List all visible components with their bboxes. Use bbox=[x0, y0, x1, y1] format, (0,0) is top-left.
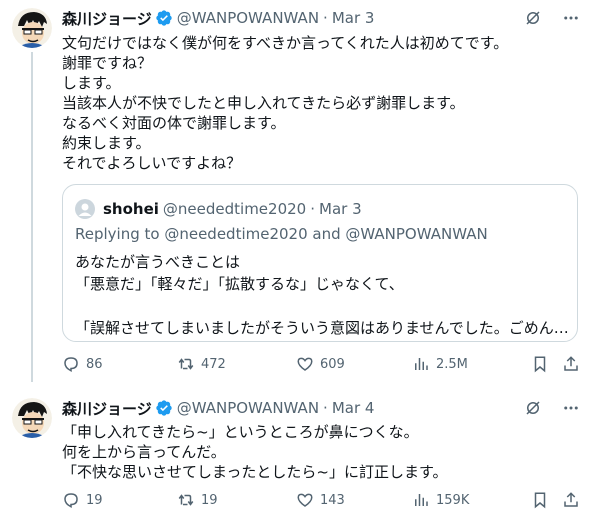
tweet-2[interactable]: 森川ジョージ @WANPOWANWAN · Mar 4 「申し入れてきたら~」と… bbox=[0, 384, 594, 520]
share-icon bbox=[564, 492, 578, 507]
avatar-image bbox=[12, 8, 52, 48]
reply-button[interactable]: 19 bbox=[62, 490, 103, 510]
bookmark-button[interactable] bbox=[531, 354, 549, 374]
tweet-header: 森川ジョージ @WANPOWANWAN · Mar 3 bbox=[62, 8, 374, 28]
separator-dot: · bbox=[310, 200, 315, 218]
tweet-date[interactable]: Mar 4 bbox=[332, 399, 375, 417]
tweet-actions: 19 19 143 159K bbox=[62, 490, 582, 510]
quoted-line: あなたが言うべきことは bbox=[75, 253, 241, 271]
tweet-text: 「申し入れてきたら~」というところが鼻につくな。 何を上から言ってんだ。 「不快… bbox=[62, 422, 447, 482]
retweet-icon bbox=[178, 494, 194, 506]
tweet-header: 森川ジョージ @WANPOWANWAN · Mar 4 bbox=[62, 398, 374, 418]
tweet-line: します。 bbox=[62, 74, 121, 92]
like-button[interactable]: 143 bbox=[296, 490, 345, 510]
verified-badge-icon bbox=[155, 399, 173, 417]
author-handle[interactable]: @WANPOWANWAN bbox=[177, 399, 319, 417]
reply-count: 19 bbox=[86, 492, 103, 508]
bookmark-icon bbox=[534, 356, 546, 373]
quoted-author-name: shohei bbox=[103, 200, 159, 218]
tweet-1[interactable]: 森川ジョージ @WANPOWANWAN · Mar 3 文句だけではなく僕が何を… bbox=[0, 0, 594, 382]
quoted-line: 「誤解させてしまいましたがそういう意図はありませんでした。ごめん… bbox=[75, 319, 569, 337]
tweet-line: 謝罪ですね？ bbox=[62, 54, 153, 72]
share-button[interactable] bbox=[562, 490, 580, 510]
tweet-line: 「不快な思いさせてしまったとしたら~」に訂正します。 bbox=[62, 463, 448, 481]
retweet-button[interactable]: 472 bbox=[177, 354, 226, 374]
verified-badge-icon bbox=[155, 9, 173, 27]
bookmark-button[interactable] bbox=[531, 490, 549, 510]
tweet-top-actions bbox=[524, 399, 580, 421]
more-icon[interactable] bbox=[562, 9, 580, 31]
reply-button[interactable]: 86 bbox=[62, 354, 103, 374]
avatar[interactable] bbox=[12, 398, 52, 438]
author-name[interactable]: 森川ジョージ bbox=[62, 398, 152, 419]
retweet-button[interactable]: 19 bbox=[177, 490, 218, 510]
reply-icon bbox=[64, 357, 78, 372]
separator-dot: · bbox=[323, 399, 328, 417]
share-icon bbox=[564, 356, 578, 371]
tweet-line: 約束します。 bbox=[62, 134, 151, 152]
author-name[interactable]: 森川ジョージ bbox=[62, 8, 152, 29]
more-icon[interactable] bbox=[562, 399, 580, 421]
grok-icon[interactable] bbox=[524, 9, 542, 31]
avatar-image bbox=[12, 398, 52, 438]
quoted-text: あなたが言うべきことは 「悪意だ」「軽々だ」「拡散するな」じゃなくて、 「誤解さ… bbox=[75, 251, 569, 339]
reply-count: 86 bbox=[86, 356, 103, 372]
quoted-author-handle: @neededtime2020 bbox=[162, 200, 307, 218]
quoted-line: 「悪意だ」「軽々だ」「拡散するな」じゃなくて、 bbox=[75, 275, 404, 293]
like-count: 143 bbox=[320, 492, 345, 508]
thread-line bbox=[31, 52, 33, 382]
tweet-actions: 86 472 609 2.5M bbox=[62, 354, 582, 374]
replying-to: Replying to @neededtime2020 and @WANPOWA… bbox=[75, 225, 488, 243]
author-handle[interactable]: @WANPOWANWAN bbox=[177, 9, 319, 27]
share-button[interactable] bbox=[562, 354, 580, 374]
views-icon bbox=[415, 494, 428, 506]
views-button[interactable]: 159K bbox=[412, 490, 469, 510]
quoted-tweet[interactable]: shohei @neededtime2020 · Mar 3 Replying … bbox=[62, 184, 578, 342]
grok-icon[interactable] bbox=[524, 399, 542, 421]
views-count: 159K bbox=[436, 492, 470, 508]
views-icon bbox=[415, 358, 428, 370]
bookmark-icon bbox=[534, 492, 546, 509]
tweet-line: 当該本人が不快でしたと申し入れてきたら必ず謝罪します。 bbox=[62, 94, 465, 112]
like-button[interactable]: 609 bbox=[296, 354, 345, 374]
retweet-count: 472 bbox=[201, 356, 226, 372]
views-button[interactable]: 2.5M bbox=[412, 354, 468, 374]
quoted-header: shohei @neededtime2020 · Mar 3 bbox=[103, 199, 362, 219]
views-count: 2.5M bbox=[436, 356, 468, 372]
tweet-line: なるべく対面の体で謝罪します。 bbox=[62, 114, 286, 132]
reply-icon bbox=[64, 493, 78, 508]
tweet-text: 文句だけではなく僕が何をすべきか言ってくれた人は初めてです。 謝罪ですね？ しま… bbox=[62, 33, 508, 173]
avatar[interactable] bbox=[12, 8, 52, 48]
heart-icon bbox=[297, 493, 313, 507]
retweet-count: 19 bbox=[201, 492, 218, 508]
tweet-date[interactable]: Mar 3 bbox=[332, 9, 375, 27]
tweet-top-actions bbox=[524, 9, 580, 31]
tweet-line: それでよろしいですよね？ bbox=[62, 154, 242, 172]
separator-dot: · bbox=[323, 9, 328, 27]
tweet-line: 文句だけではなく僕が何をすべきか言ってくれた人は初めてです。 bbox=[62, 34, 509, 52]
like-count: 609 bbox=[320, 356, 345, 372]
quoted-avatar[interactable] bbox=[75, 199, 95, 219]
heart-icon bbox=[297, 357, 313, 371]
tweet-line: 何を上から言ってんだ。 bbox=[62, 443, 226, 461]
quoted-line bbox=[75, 295, 569, 317]
tweet-line: 「申し入れてきたら~」というところが鼻につくな。 bbox=[62, 423, 419, 441]
retweet-icon bbox=[178, 358, 194, 370]
quoted-date: Mar 3 bbox=[319, 200, 362, 218]
